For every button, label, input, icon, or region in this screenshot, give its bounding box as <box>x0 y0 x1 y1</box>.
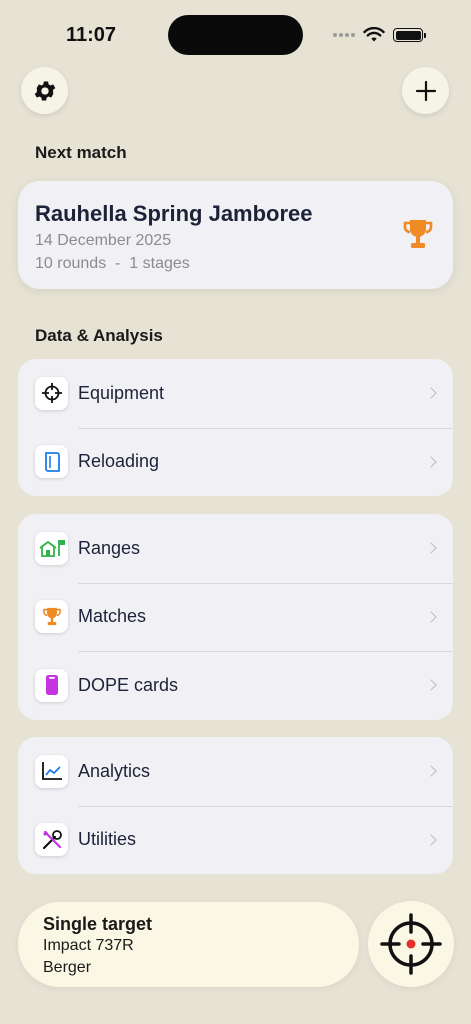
menu-item-analytics[interactable]: Analytics <box>18 737 453 806</box>
menu-item-reloading[interactable]: Reloading <box>18 427 453 497</box>
trophy-icon <box>35 600 68 634</box>
status-indicators <box>333 26 426 44</box>
shoot-button[interactable] <box>368 901 454 987</box>
menu-item-label: DOPE cards <box>78 674 179 695</box>
menu-item-matches[interactable]: Matches <box>18 582 453 652</box>
chart-icon <box>35 754 68 788</box>
dynamic-island <box>168 15 303 55</box>
menu-item-label: Matches <box>78 606 147 627</box>
dope-card-icon <box>35 668 68 702</box>
wifi-icon <box>363 27 385 42</box>
reloading-book-icon <box>35 445 68 479</box>
range-house-icon <box>35 531 68 565</box>
chevron-right-icon <box>425 679 437 691</box>
menu-item-utilities[interactable]: Utilities <box>18 805 453 875</box>
crosshair-icon <box>35 376 68 410</box>
next-match-card[interactable]: Rauhella Spring Jamboree 14 December 202… <box>18 181 453 289</box>
chevron-right-icon <box>425 611 437 623</box>
chevron-right-icon <box>425 765 437 777</box>
menu-item-ranges[interactable]: Ranges <box>18 514 453 583</box>
target-crosshair-icon <box>380 913 442 975</box>
menu-item-label: Analytics <box>78 760 151 781</box>
settings-button[interactable] <box>21 67 68 114</box>
menu-item-label: Reloading <box>78 451 160 472</box>
match-meta: 10 rounds - 1 stages <box>35 255 190 272</box>
target-selector-card[interactable]: Single target Impact 737R Berger <box>18 902 359 987</box>
battery-icon <box>393 28 426 42</box>
menu-item-equipment[interactable]: Equipment <box>18 359 453 428</box>
next-match-heading: Next match <box>35 143 127 162</box>
menu-group-2: Ranges Matches DOPE cards <box>18 514 453 720</box>
menu-item-label: Equipment <box>78 382 165 403</box>
cellular-icon <box>333 33 355 37</box>
trophy-icon <box>403 220 433 248</box>
menu-item-label: Utilities <box>78 829 137 850</box>
menu-item-label: Ranges <box>78 537 141 558</box>
menu-group-3: Analytics Utilities <box>18 737 453 874</box>
chevron-right-icon <box>425 542 437 554</box>
match-name: Rauhella Spring Jamboree <box>35 201 313 226</box>
chevron-right-icon <box>425 387 437 399</box>
target-title: Single target <box>43 914 153 934</box>
tools-icon <box>35 823 68 857</box>
data-analysis-heading: Data & Analysis <box>35 326 163 345</box>
match-date: 14 December 2025 <box>35 232 172 249</box>
menu-group-1: Equipment Reloading <box>18 359 453 496</box>
chevron-right-icon <box>425 834 437 846</box>
add-button[interactable] <box>402 67 449 114</box>
status-time: 11:07 <box>66 24 117 46</box>
plus-icon <box>415 80 436 101</box>
menu-item-dope-cards[interactable]: DOPE cards <box>18 651 453 720</box>
rifle-name: Impact 737R <box>43 937 134 954</box>
chevron-right-icon <box>425 456 437 468</box>
gear-icon <box>34 80 55 101</box>
bullet-name: Berger <box>43 959 92 976</box>
